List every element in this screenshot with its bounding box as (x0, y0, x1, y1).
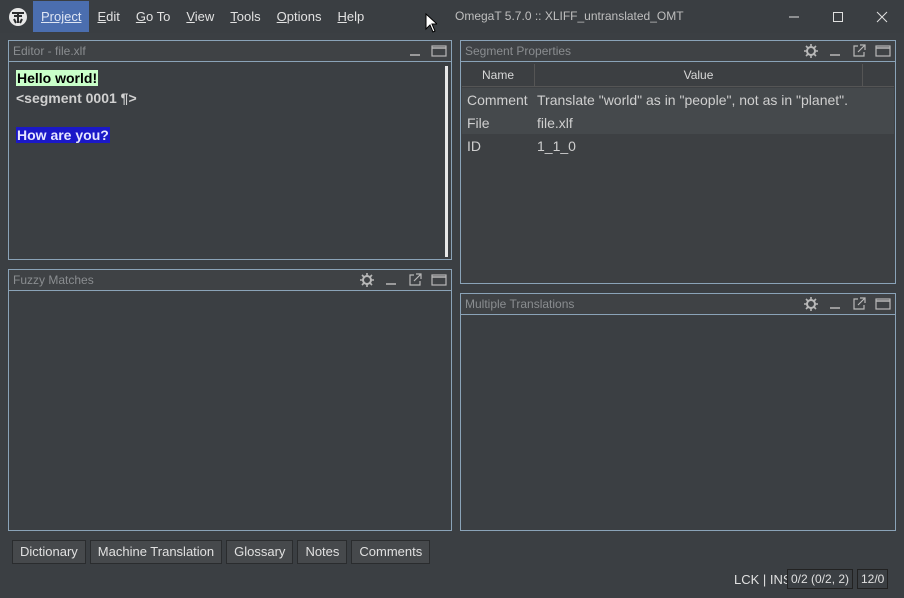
multiple-minimize-button[interactable] (826, 295, 844, 313)
menu-edit[interactable]: Edit (89, 1, 127, 32)
menu-tools[interactable]: Tools (222, 1, 268, 32)
multiple-translations-title: Multiple Translations (465, 297, 575, 311)
property-value: Translate "world" as in "people", not as… (537, 92, 849, 108)
multiple-maximize-button[interactable] (874, 295, 892, 313)
target-segment[interactable]: How are you? (16, 127, 110, 143)
segment-properties-pane: Segment Properties Name Value Comment Tr… (460, 40, 896, 284)
tab-machine-translation[interactable]: Machine Translation (89, 540, 223, 564)
status-progress: 0/2 (0/2, 2) (787, 569, 854, 589)
gear-icon (360, 273, 374, 287)
property-name: File (467, 115, 490, 131)
multiple-body (461, 316, 895, 530)
minimize-icon (386, 283, 396, 285)
editor-pane: Editor - file.xlf Hello world! <segment … (8, 40, 452, 260)
properties-settings-button[interactable] (802, 42, 820, 60)
fuzzy-settings-button[interactable] (358, 271, 376, 289)
multiple-undock-button[interactable] (850, 295, 868, 313)
fuzzy-body (9, 292, 451, 530)
fuzzy-maximize-button[interactable] (430, 271, 448, 289)
menu-goto[interactable]: Go To (128, 1, 178, 32)
menu-help[interactable]: Help (329, 1, 372, 32)
window-title: OmegaT 5.7.0 :: XLIFF_untranslated_OMT (455, 9, 684, 23)
properties-undock-button[interactable] (850, 42, 868, 60)
gear-icon (804, 44, 818, 58)
tab-glossary[interactable]: Glossary (226, 540, 294, 564)
status-mode: LCK | INS (734, 572, 792, 587)
minimize-window-button[interactable] (772, 0, 816, 33)
title-bar: Project Edit Go To View Tools Options He… (0, 0, 904, 33)
source-segment[interactable]: Hello world! (16, 70, 99, 86)
property-name: ID (467, 138, 481, 154)
fuzzy-pane-header: Fuzzy Matches (9, 270, 451, 291)
table-row[interactable]: File file.xlf (462, 111, 894, 134)
properties-table-header: Name Value (462, 64, 894, 87)
maximize-icon (431, 274, 447, 286)
bottom-tab-bar: Dictionary Machine Translation Glossary … (12, 540, 431, 564)
fuzzy-minimize-button[interactable] (382, 271, 400, 289)
tab-dictionary[interactable]: Dictionary (12, 540, 86, 564)
gear-icon (804, 297, 818, 311)
undock-icon (853, 44, 866, 57)
table-row[interactable]: Comment Translate "world" as in "people"… (462, 88, 894, 111)
undock-icon (409, 273, 422, 286)
editor-pane-header: Editor - file.xlf (9, 41, 451, 62)
omegat-logo-icon[interactable] (8, 7, 28, 27)
editor-minimize-button[interactable] (406, 42, 424, 60)
property-name: Comment (467, 92, 528, 108)
column-header-value[interactable]: Value (535, 64, 863, 87)
mouse-pointer-icon (425, 13, 437, 33)
table-row[interactable]: ID 1_1_0 (462, 134, 894, 157)
editor-body[interactable]: Hello world! <segment 0001 ¶> How are yo… (9, 63, 451, 259)
minimize-icon (410, 54, 420, 56)
menu-project[interactable]: Project (33, 1, 90, 32)
status-chars: 12/0 (857, 569, 889, 589)
editor-pane-title: Editor - file.xlf (13, 44, 86, 58)
close-window-button[interactable] (860, 0, 904, 33)
property-value: 1_1_0 (537, 138, 576, 154)
maximize-icon (875, 298, 891, 310)
multiple-translations-pane: Multiple Translations (460, 293, 896, 531)
segment-marker: <segment 0001 ¶> (16, 90, 137, 106)
close-icon (876, 11, 888, 22)
segment-properties-header: Segment Properties (461, 41, 895, 62)
maximize-icon (875, 45, 891, 57)
fuzzy-matches-pane: Fuzzy Matches (8, 269, 452, 531)
segment-properties-title: Segment Properties (465, 44, 572, 58)
tab-comments[interactable]: Comments (351, 540, 431, 564)
minimize-icon (830, 307, 840, 309)
tab-notes[interactable]: Notes (297, 540, 348, 564)
minimize-icon (830, 54, 840, 56)
menu-options[interactable]: Options (269, 1, 330, 32)
multiple-settings-button[interactable] (802, 295, 820, 313)
fuzzy-pane-title: Fuzzy Matches (13, 273, 94, 287)
column-header-name[interactable]: Name (462, 64, 535, 87)
menu-bar: Project Edit Go To View Tools Options He… (33, 1, 372, 32)
maximize-icon (431, 45, 447, 57)
fuzzy-undock-button[interactable] (406, 271, 424, 289)
maximize-icon (833, 11, 843, 22)
editor-scrollbar[interactable] (445, 66, 448, 257)
minimize-icon (789, 16, 799, 17)
properties-maximize-button[interactable] (874, 42, 892, 60)
multiple-translations-header: Multiple Translations (461, 294, 895, 315)
undock-icon (853, 297, 866, 310)
maximize-window-button[interactable] (816, 0, 860, 33)
properties-minimize-button[interactable] (826, 42, 844, 60)
editor-maximize-button[interactable] (430, 42, 448, 60)
property-value: file.xlf (537, 115, 573, 131)
menu-view[interactable]: View (178, 1, 222, 32)
